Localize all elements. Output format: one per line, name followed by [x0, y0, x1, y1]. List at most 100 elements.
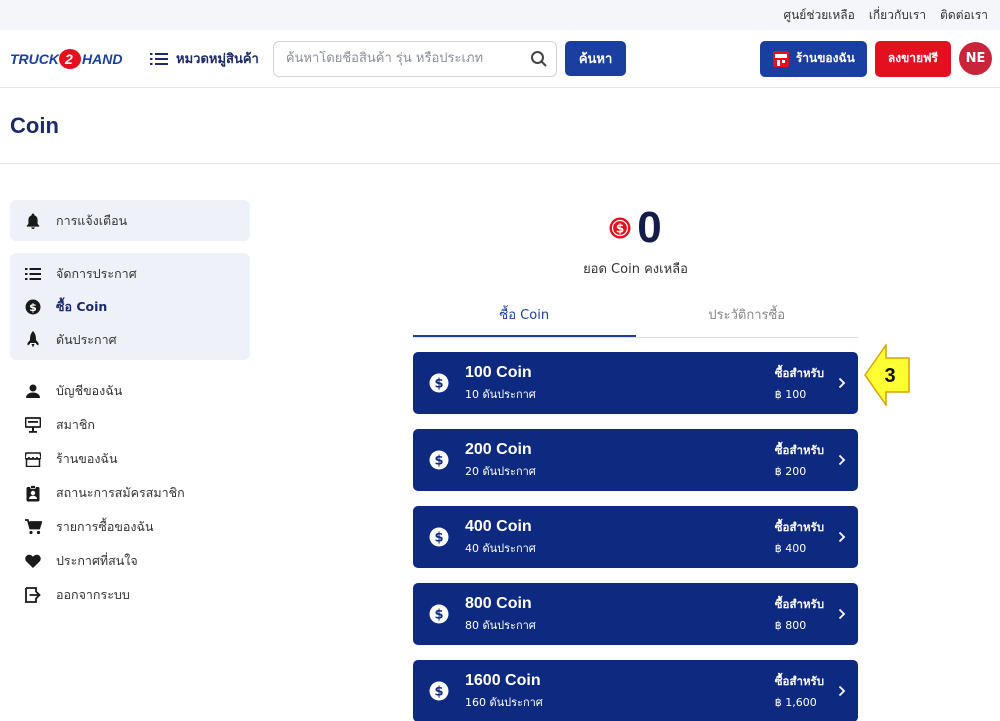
package-info: 100 Coin 10 ดันประกาศ: [465, 364, 775, 403]
package-info: 200 Coin 20 ดันประกาศ: [465, 441, 775, 480]
post-free-button[interactable]: ลงขายฟรี: [874, 40, 951, 77]
coin-package-200[interactable]: $ 200 Coin 20 ดันประกาศ ซื้อสำหรับ ฿ 200: [413, 429, 858, 491]
billboard-icon: [24, 416, 42, 434]
package-info: 400 Coin 40 ดันประกาศ: [465, 518, 775, 557]
package-price-block: ซื้อสำหรับ ฿ 800: [775, 596, 824, 632]
svg-text:HAND: HAND: [82, 51, 122, 67]
account-sidebar: การแจ้งเตือน จัดการประกาศ $ ซื้อ Coin ดั…: [10, 200, 250, 612]
my-shop-label: ร้านของฉัน: [795, 51, 855, 65]
package-info: 1600 Coin 160 ดันประกาศ: [465, 672, 775, 711]
dollar-coin-icon: $: [429, 681, 449, 701]
step-callout-arrow-icon: 3: [864, 344, 910, 406]
coin-balance: $ 0: [413, 203, 858, 252]
coin-package-800[interactable]: $ 800 Coin 80 ดันประกาศ ซื้อสำหรับ ฿ 800: [413, 583, 858, 645]
dollar-coin-icon: $: [429, 527, 449, 547]
coin-balance-label: ยอด Coin คงเหลือ: [583, 262, 688, 277]
account-links: บัญชีของฉัน สมาชิก ร้านของฉัน สถานะการสม…: [10, 372, 250, 612]
person-icon: [24, 382, 42, 400]
coin-package-100[interactable]: $ 100 Coin 10 ดันประกาศ ซื้อสำหรับ ฿ 100: [413, 352, 858, 414]
package-buy-label: ซื้อสำหรับ: [774, 597, 824, 611]
sidebar-label-my-shop: ร้านของฉัน: [56, 451, 118, 466]
sidebar-item-membership-status[interactable]: สถานะการสมัครสมาชิก: [10, 476, 250, 510]
svg-text:$: $: [434, 377, 443, 392]
truck2hand-logo-icon: TRUCK 2 HAND: [10, 48, 122, 69]
chevron-right-icon: [838, 685, 846, 697]
coin-balance-value: 0: [637, 203, 662, 252]
package-name: 800 Coin: [465, 594, 532, 612]
utility-bar: ศูนย์ช่วยเหลือ เกี่ยวกับเรา ติดต่อเรา: [0, 0, 1000, 30]
page-title-bar: Coin: [0, 88, 1000, 164]
chevron-right-icon: [838, 377, 846, 389]
search-icon[interactable]: [530, 50, 548, 68]
my-shop-button[interactable]: ร้านของฉัน: [759, 40, 867, 77]
store-icon: [24, 450, 42, 468]
package-price-block: ซื้อสำหรับ ฿ 200: [775, 442, 824, 478]
logout-icon: [24, 586, 42, 604]
sidebar-label-my-purchases: รายการซื้อของฉัน: [56, 519, 154, 534]
list-icon: [150, 52, 168, 65]
site-logo[interactable]: TRUCK 2 HAND: [10, 47, 136, 71]
sidebar-label-my-account: บัญชีของฉัน: [56, 383, 123, 398]
about-us-link[interactable]: เกี่ยวกับเรา: [869, 6, 926, 25]
svg-text:$: $: [434, 685, 443, 700]
package-description: 80 ดันประกาศ: [465, 618, 536, 632]
package-buy-label: ซื้อสำหรับ: [774, 520, 824, 534]
dollar-coin-icon: $: [24, 298, 42, 316]
coin-package-1600[interactable]: $ 1600 Coin 160 ดันประกาศ ซื้อสำหรับ ฿ 1…: [413, 660, 858, 721]
red-coin-icon: $: [609, 217, 631, 239]
package-price: ฿ 1,600: [774, 696, 817, 709]
package-price-block: ซื้อสำหรับ ฿ 1,600: [775, 673, 824, 709]
category-menu-button[interactable]: หมวดหมู่สินค้า: [150, 48, 259, 69]
chevron-right-icon: [838, 608, 846, 620]
package-name: 400 Coin: [465, 517, 532, 535]
coin-package-400[interactable]: $ 400 Coin 40 ดันประกาศ ซื้อสำหรับ ฿ 400: [413, 506, 858, 568]
sidebar-item-boost-listing[interactable]: ดันประกาศ: [10, 323, 250, 356]
category-label: หมวดหมู่สินค้า: [176, 52, 259, 67]
rocket-icon: [24, 331, 42, 349]
sidebar-label-boost-listing: ดันประกาศ: [56, 331, 117, 347]
sidebar-item-my-account[interactable]: บัญชีของฉัน: [10, 374, 250, 408]
sidebar-item-notifications[interactable]: การแจ้งเตือน: [10, 204, 250, 237]
sidebar-item-my-purchases[interactable]: รายการซื้อของฉัน: [10, 510, 250, 544]
package-buy-label: ซื้อสำหรับ: [774, 366, 824, 380]
dollar-coin-icon: $: [429, 373, 449, 393]
package-price: ฿ 800: [774, 619, 807, 632]
svg-text:$: $: [434, 531, 443, 546]
sidebar-item-favorites[interactable]: ประกาศที่สนใจ: [10, 544, 250, 578]
sidebar-item-my-shop[interactable]: ร้านของฉัน: [10, 442, 250, 476]
coin-tabs: ซื้อ Coin ประวัติการซื้อ: [413, 299, 858, 338]
package-name: 200 Coin: [465, 440, 532, 458]
package-price-block: ซื้อสำหรับ ฿ 100: [775, 365, 824, 401]
sidebar-item-membership[interactable]: สมาชิก: [10, 408, 250, 442]
listing-group: จัดการประกาศ $ ซื้อ Coin ดันประกาศ: [10, 253, 250, 360]
package-name: 1600 Coin: [465, 671, 541, 689]
package-price: ฿ 200: [774, 465, 807, 478]
search-button[interactable]: ค้นหา: [564, 41, 627, 76]
svg-text:$: $: [29, 301, 37, 314]
coin-package-list: $ 100 Coin 10 ดันประกาศ ซื้อสำหรับ ฿ 100…: [413, 352, 858, 721]
sidebar-label-notifications: การแจ้งเตือน: [56, 212, 128, 228]
help-center-link[interactable]: ศูนย์ช่วยเหลือ: [783, 6, 854, 25]
sidebar-item-logout[interactable]: ออกจากระบบ: [10, 578, 250, 612]
tab-purchase-history[interactable]: ประวัติการซื้อ: [636, 299, 859, 337]
notification-group: การแจ้งเตือน: [10, 200, 250, 241]
content-area: การแจ้งเตือน จัดการประกาศ $ ซื้อ Coin ดั…: [0, 164, 1000, 721]
sidebar-label-membership: สมาชิก: [56, 417, 95, 432]
package-name: 100 Coin: [465, 363, 532, 381]
tab-buy-coin[interactable]: ซื้อ Coin: [413, 299, 636, 337]
svg-text:$: $: [616, 222, 624, 236]
sidebar-item-buy-coin[interactable]: $ ซื้อ Coin: [10, 290, 250, 323]
list-icon: [24, 265, 42, 283]
main-header: TRUCK 2 HAND หมวดหมู่สินค้า ค้นหา ร้านขอ…: [0, 30, 1000, 88]
svg-text:$: $: [434, 608, 443, 623]
svg-text:$: $: [434, 454, 443, 469]
page-title: Coin: [10, 112, 59, 138]
package-price: ฿ 100: [774, 388, 807, 401]
package-description: 40 ดันประกาศ: [465, 541, 536, 555]
sidebar-item-manage-listings[interactable]: จัดการประกาศ: [10, 257, 250, 290]
storefront-icon: [772, 50, 789, 67]
user-avatar[interactable]: NE: [959, 42, 992, 75]
search-input[interactable]: [285, 51, 530, 66]
sidebar-label-logout: ออกจากระบบ: [56, 587, 130, 602]
contact-us-link[interactable]: ติดต่อเรา: [940, 6, 988, 25]
